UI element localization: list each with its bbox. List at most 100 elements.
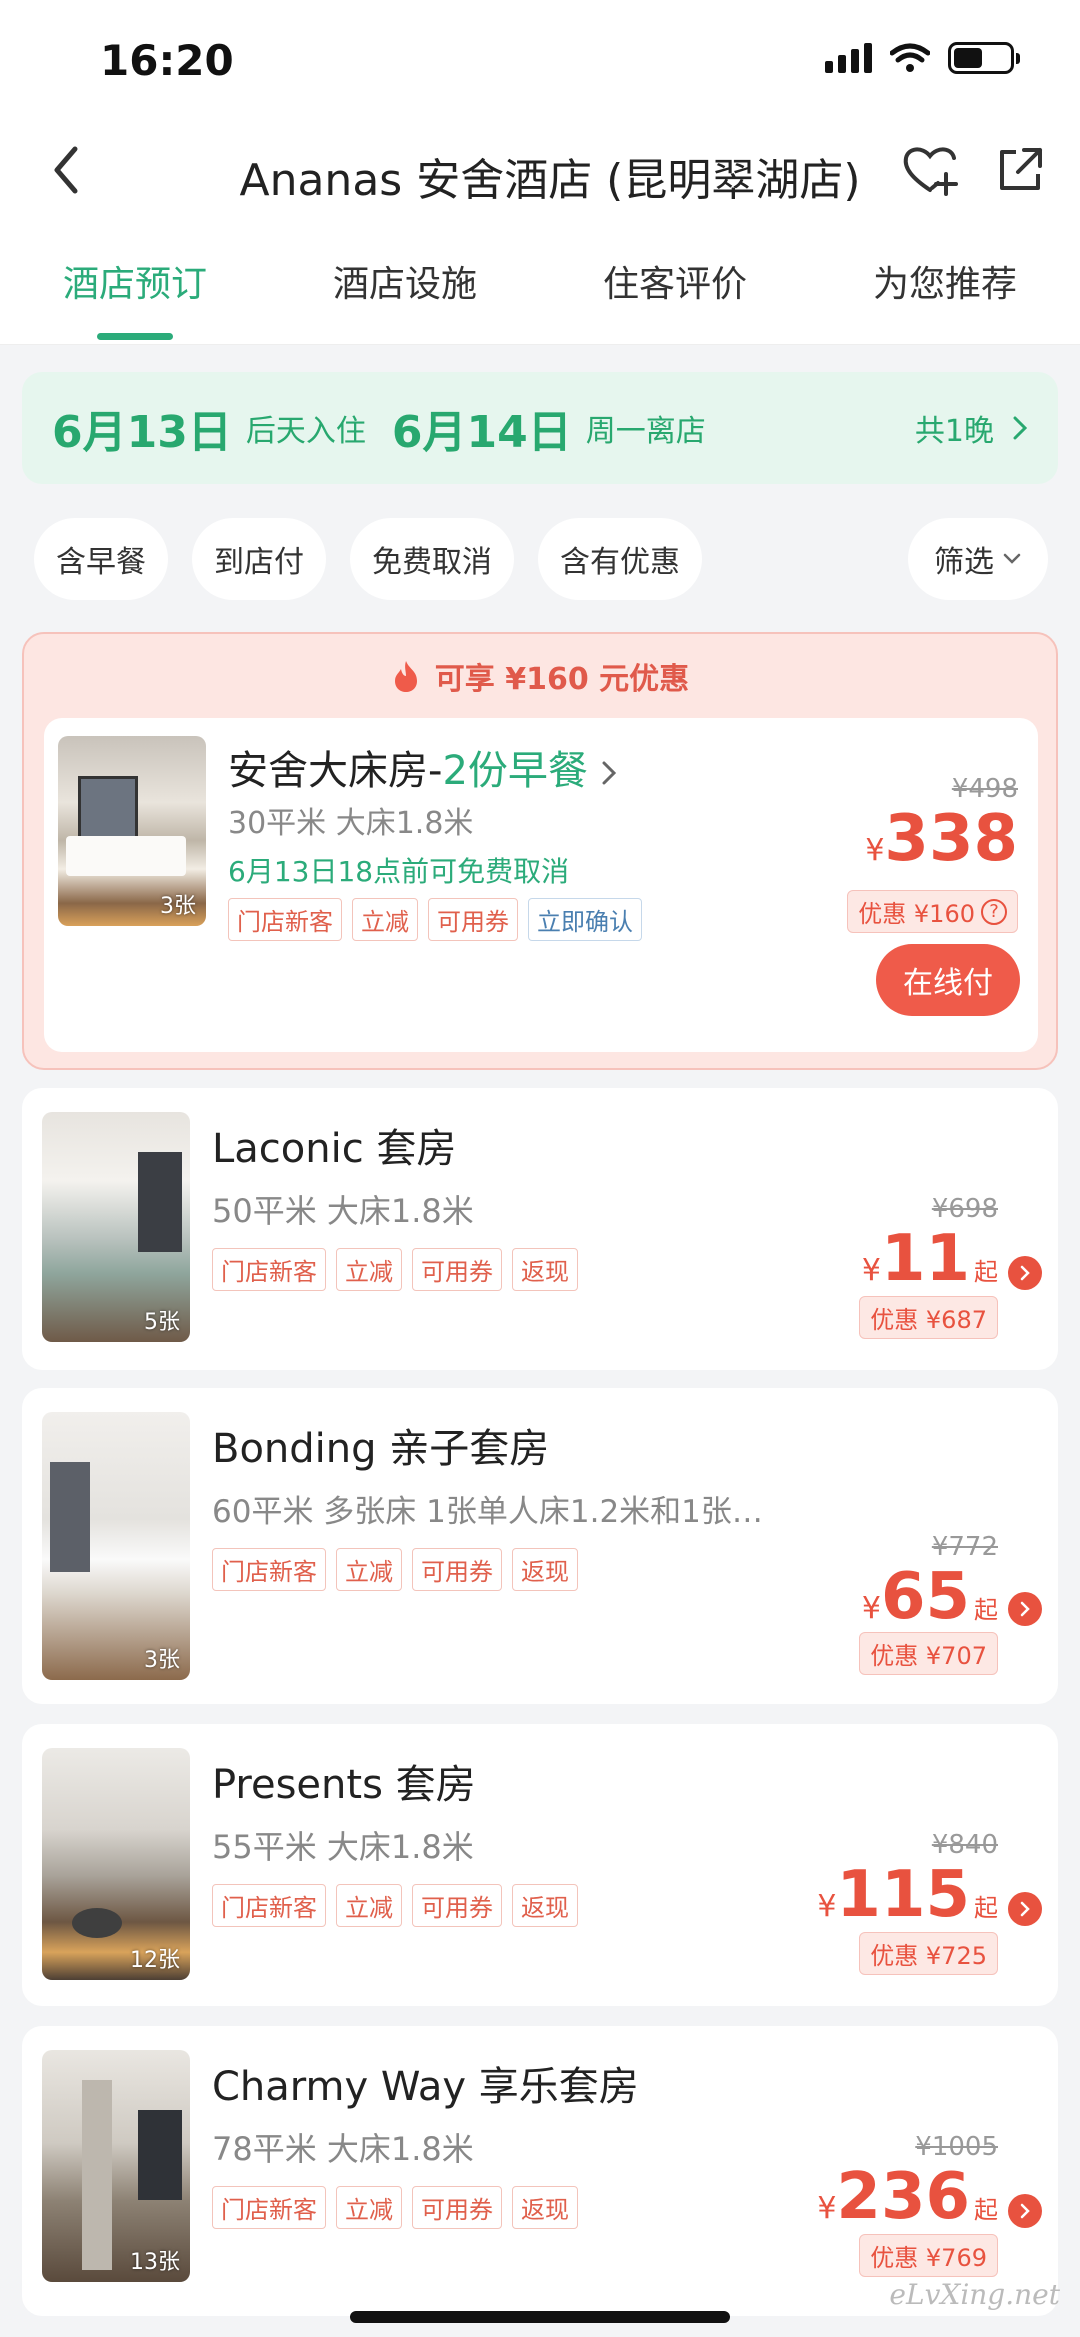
tag-new-customer: 门店新客	[212, 1248, 326, 1291]
original-price: ¥498	[951, 774, 1018, 804]
share-icon	[1000, 148, 1042, 190]
room-specs: 50平米 大床1.8米	[212, 1192, 474, 1230]
expand-arrow-icon[interactable]	[1008, 1892, 1042, 1926]
promo-banner: 可享 ¥160 元优惠	[24, 634, 1056, 718]
room-tags: 门店新客 立减 可用券 返现	[212, 1548, 578, 1591]
tag-instant-discount: 立减	[336, 1248, 402, 1291]
photo-count: 5张	[144, 1310, 180, 1335]
checkin-date: 6月13日	[52, 407, 232, 458]
expand-arrow-icon[interactable]	[1008, 1592, 1042, 1626]
photo-count: 12张	[130, 1948, 180, 1973]
tag-instant-discount: 立减	[336, 1884, 402, 1927]
current-price: ¥115 起	[817, 1858, 998, 1932]
room-photo[interactable]: 5张	[42, 1112, 190, 1342]
room-card[interactable]: 12张 Presents 套房 55平米 大床1.8米 门店新客 立减 可用券 …	[22, 1724, 1058, 2006]
filter-label: 筛选	[934, 545, 994, 580]
tag-coupon: 可用券	[412, 1548, 502, 1591]
tag-coupon: 可用券	[412, 1248, 502, 1291]
discount-badge[interactable]: 优惠 ¥160 ?	[847, 890, 1018, 933]
room-photo[interactable]: 3张	[42, 1412, 190, 1680]
room-name[interactable]: Laconic 套房	[212, 1116, 456, 1174]
discount-badge: 优惠 ¥769	[859, 2234, 998, 2277]
tab-bar: 酒店预订 酒店设施 住客评价 为您推荐	[0, 230, 1080, 345]
current-price: ¥11 起	[862, 1222, 998, 1296]
room-photo[interactable]: 12张	[42, 1748, 190, 1980]
checkin-note: 后天入住	[245, 414, 366, 449]
home-indicator[interactable]	[350, 2311, 730, 2323]
promo-room-card[interactable]: 可享 ¥160 元优惠 3张 安舍大床房-2份早餐 30平米 大床1.8米 6月…	[22, 632, 1058, 1070]
filter-bar: 含早餐 到店付 免费取消 含有优惠 筛选	[34, 518, 1048, 602]
filter-free-cancel[interactable]: 免费取消	[350, 518, 514, 600]
room-photo[interactable]: 13张	[42, 2050, 190, 2282]
current-price: ¥65 起	[862, 1560, 998, 1634]
tab-reviews[interactable]: 住客评价	[540, 230, 810, 344]
tag-instant-discount: 立减	[336, 1548, 402, 1591]
room-name[interactable]: Bonding 亲子套房	[212, 1416, 549, 1474]
tag-cashback: 返现	[512, 1548, 578, 1591]
expand-arrow-icon[interactable]	[1008, 2194, 1042, 2228]
battery-icon	[948, 42, 1020, 74]
room-specs: 30平米 大床1.8米	[228, 806, 474, 841]
room-name[interactable]: 安舍大床房-2份早餐	[228, 738, 617, 796]
room-specs: 78平米 大床1.8米	[212, 2130, 474, 2168]
room-tags: 门店新客 立减 可用券 返现	[212, 1248, 578, 1291]
price-value: 115	[836, 1858, 970, 1932]
discount-badge: 优惠 ¥707	[859, 1632, 998, 1675]
currency-symbol: ¥	[865, 833, 885, 868]
original-price: ¥1005	[915, 2132, 998, 2162]
tag-cashback: 返现	[512, 1248, 578, 1291]
currency-symbol: ¥	[861, 1253, 881, 1288]
price-value: 65	[880, 1560, 970, 1634]
room-name[interactable]: Charmy Way 享乐套房	[212, 2054, 639, 2112]
tab-recommend[interactable]: 为您推荐	[810, 230, 1080, 344]
help-icon: ?	[981, 898, 1007, 925]
price-from-label: 起	[974, 1894, 998, 1922]
heart-plus-icon	[903, 147, 958, 196]
room-card[interactable]: 13张 Charmy Way 享乐套房 78平米 大床1.8米 门店新客 立减 …	[22, 2026, 1058, 2316]
room-name[interactable]: Presents 套房	[212, 1752, 476, 1810]
favorite-button[interactable]	[898, 138, 962, 202]
checkout-note: 周一离店	[585, 414, 706, 449]
tag-coupon: 可用券	[412, 2186, 502, 2229]
room-photo[interactable]: 3张	[58, 736, 206, 926]
date-selector[interactable]: 6月13日 后天入住 6月14日 周一离店 共1晚	[22, 372, 1058, 484]
price-from-label: 起	[974, 1258, 998, 1286]
promo-banner-text: 可享 ¥160 元优惠	[434, 662, 690, 697]
price-from-label: 起	[974, 1596, 998, 1624]
filter-breakfast[interactable]: 含早餐	[34, 518, 168, 600]
original-price: ¥840	[931, 1830, 998, 1860]
room-photo-window	[138, 1152, 182, 1252]
nights-count: 共1晚	[915, 406, 1028, 450]
tab-facilities[interactable]: 酒店设施	[270, 230, 540, 344]
expand-arrow-icon[interactable]	[1008, 1256, 1042, 1290]
nights-label: 共1晚	[914, 414, 994, 449]
room-tags: 门店新客 立减 可用券 立即确认	[228, 898, 642, 941]
original-price: ¥698	[931, 1194, 998, 1224]
currency-symbol: ¥	[817, 1889, 837, 1924]
tag-new-customer: 门店新客	[228, 898, 342, 941]
chevron-down-icon	[1003, 553, 1021, 564]
room-card[interactable]: 3张 Bonding 亲子套房 60平米 多张床 1张单人床1.2米和1张… 门…	[22, 1388, 1058, 1704]
price-value: 338	[884, 802, 1018, 876]
room-card[interactable]: 5张 Laconic 套房 50平米 大床1.8米 门店新客 立减 可用券 返现…	[22, 1088, 1058, 1370]
photo-count: 13张	[130, 2250, 180, 2275]
tab-booking[interactable]: 酒店预订	[0, 230, 270, 344]
room-name-text: 安舍大床房-	[228, 748, 443, 794]
room-specs: 60平米 多张床 1张单人床1.2米和1张…	[212, 1494, 763, 1530]
room-name-highlight: 2份早餐	[442, 748, 588, 794]
share-button[interactable]	[990, 140, 1050, 200]
filter-button[interactable]: 筛选	[908, 518, 1048, 600]
filter-pay-at-hotel[interactable]: 到店付	[192, 518, 326, 600]
promo-room[interactable]: 3张 安舍大床房-2份早餐 30平米 大床1.8米 6月13日18点前可免费取消…	[44, 718, 1038, 1052]
current-price: ¥236 起	[817, 2160, 998, 2234]
tag-cashback: 返现	[512, 1884, 578, 1927]
checkout-date: 6月14日	[391, 407, 572, 458]
tag-new-customer: 门店新客	[212, 1548, 326, 1591]
flame-icon	[394, 661, 417, 692]
pay-online-button[interactable]: 在线付	[876, 944, 1020, 1016]
discount-badge: 优惠 ¥725	[859, 1932, 998, 1975]
filter-discount[interactable]: 含有优惠	[538, 518, 702, 600]
tag-cashback: 返现	[512, 2186, 578, 2229]
currency-symbol: ¥	[861, 1591, 881, 1626]
room-photo-partition	[82, 2080, 112, 2270]
